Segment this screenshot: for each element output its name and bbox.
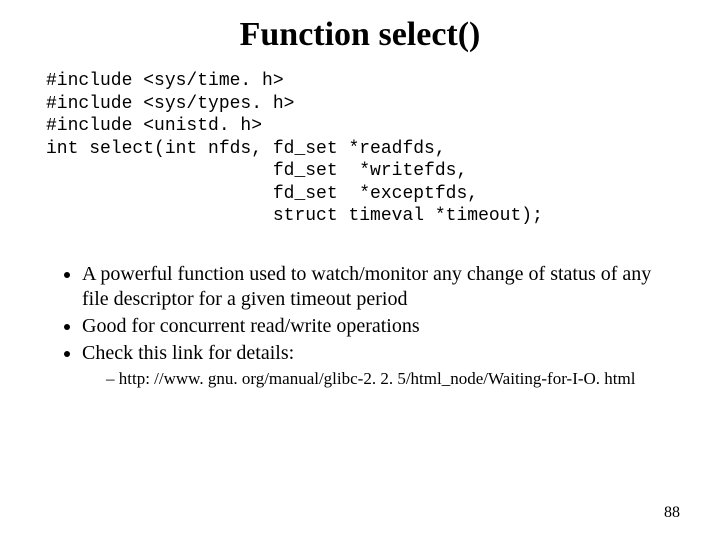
page-title: Function select() [38,16,682,54]
list-item: Check this link for details: http: //www… [82,341,682,389]
list-item-label: Check this link for details: [82,342,294,364]
list-item: Good for concurrent read/write operation… [82,314,682,339]
sub-list-item: http: //www. gnu. org/manual/glibc-2. 2.… [106,368,682,389]
code-block: #include <sys/time. h> #include <sys/typ… [46,70,682,228]
sub-list: http: //www. gnu. org/manual/glibc-2. 2.… [106,368,682,389]
bullet-list: A powerful function used to watch/monito… [82,262,682,389]
list-item: A powerful function used to watch/monito… [82,262,682,312]
page-number: 88 [664,504,680,522]
slide: Function select() #include <sys/time. h>… [0,0,720,540]
